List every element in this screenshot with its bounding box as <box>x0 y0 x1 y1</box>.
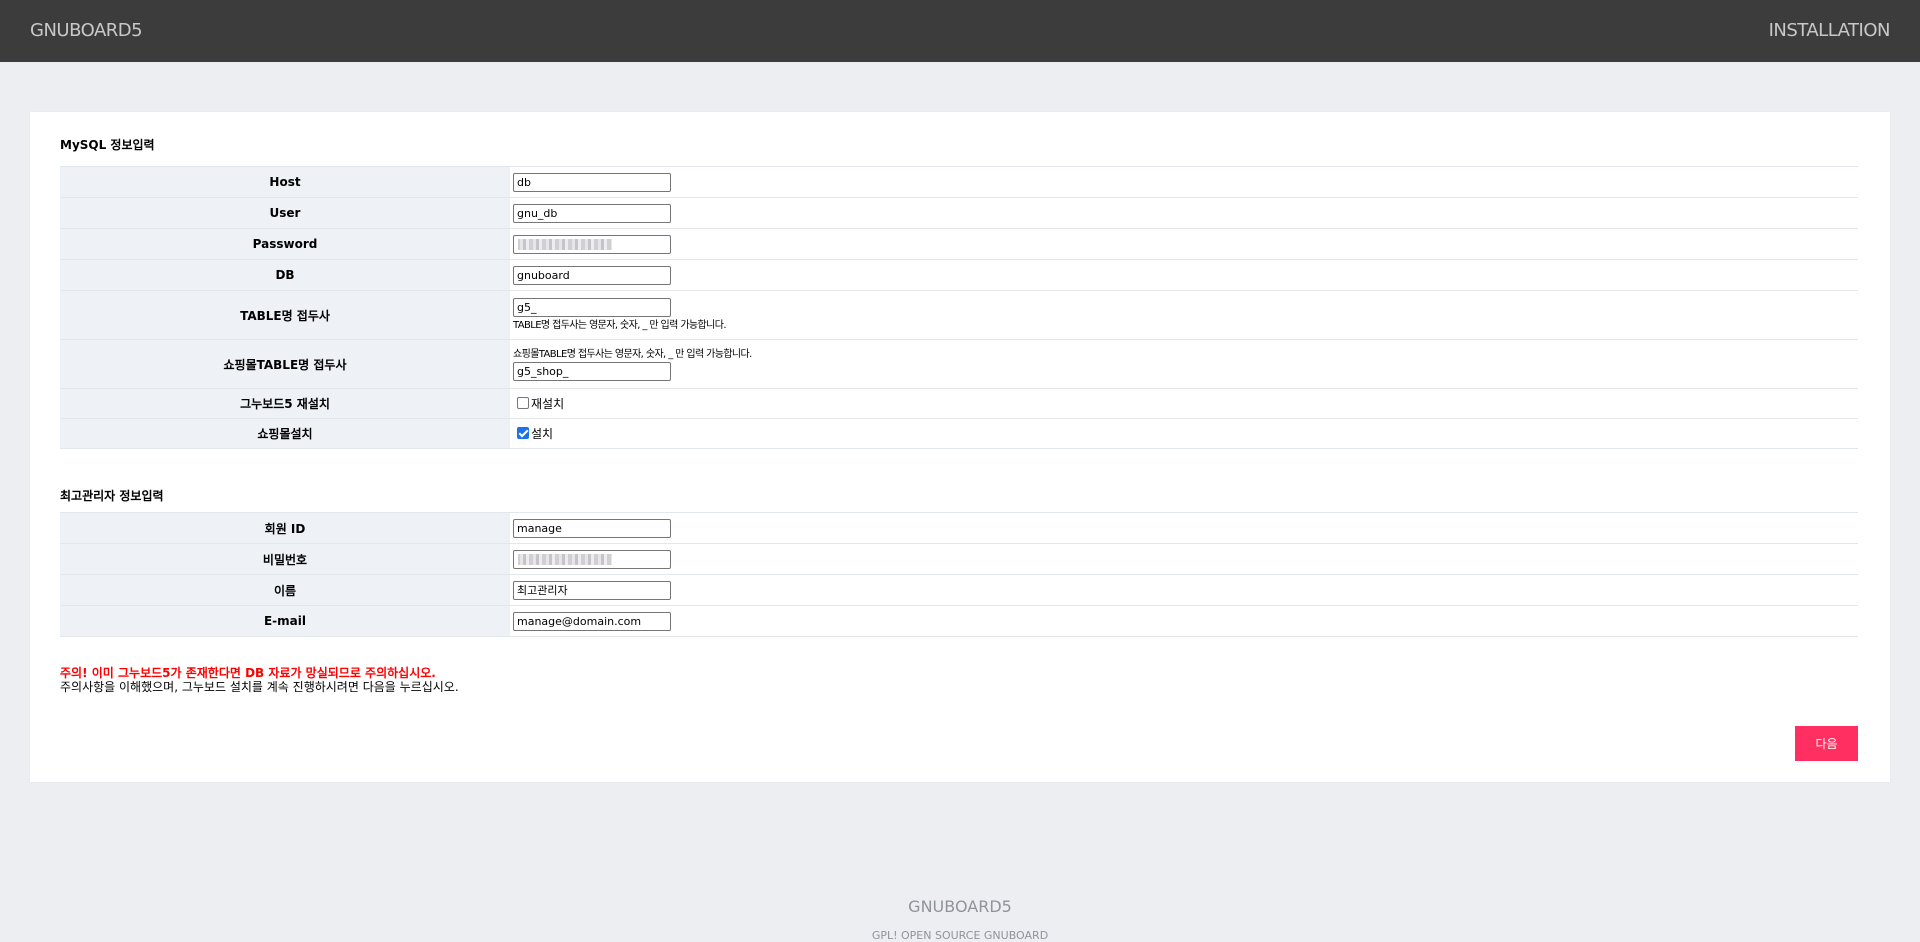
shop-prefix-help: 쇼핑몰TABLE명 접두사는 영문자, 숫자, _ 만 입력 가능합니다. <box>513 348 752 360</box>
db-password-input[interactable] <box>513 234 671 254</box>
table-prefix-help: TABLE명 접두사는 영문자, 숫자, _ 만 입력 가능합니다. <box>513 320 727 331</box>
warning-message: 주의! 이미 그누보드5가 존재한다면 DB 자료가 망실되므로 주의하십시오.… <box>60 666 459 694</box>
member-id-label: 회원 ID <box>60 512 510 544</box>
host-input[interactable] <box>513 172 671 192</box>
next-button[interactable]: 다음 <box>1795 726 1858 761</box>
reinstall-label: 그누보드5 재설치 <box>60 388 510 419</box>
header-installation-title: INSTALLATION <box>1768 20 1891 41</box>
db-row: DB <box>60 259 1858 291</box>
user-label: User <box>60 197 510 229</box>
mysql-section-title: MySQL 정보입력 <box>60 138 155 152</box>
table-prefix-input[interactable] <box>513 298 671 317</box>
admin-email-input[interactable] <box>513 611 671 631</box>
db-label: DB <box>60 259 510 291</box>
reinstall-checkbox-label: 재설치 <box>531 397 565 411</box>
footer-subtitle: GPL! OPEN SOURCE GNUBOARD <box>871 929 1049 942</box>
host-row: Host <box>60 166 1858 198</box>
reinstall-checkbox[interactable] <box>517 396 529 409</box>
admin-email-row: E-mail <box>60 605 1858 637</box>
user-input[interactable] <box>513 203 671 223</box>
warning-line-1: 주의! 이미 그누보드5가 존재한다면 DB 자료가 망실되므로 주의하십시오. <box>60 666 436 680</box>
shop-prefix-input[interactable] <box>513 361 671 381</box>
install-form-panel: MySQL 정보입력 Host User Password DB TABLE명 … <box>30 112 1890 782</box>
password-row: Password <box>60 228 1858 260</box>
shop-prefix-row: 쇼핑몰TABLE명 접두사 쇼핑몰TABLE명 접두사는 영문자, 숫자, _ … <box>60 339 1858 389</box>
footer-brand: GNUBOARD5 <box>908 897 1012 916</box>
member-id-row: 회원 ID <box>60 512 1858 544</box>
admin-password-label: 비밀번호 <box>60 543 510 575</box>
table-prefix-row: TABLE명 접두사 TABLE명 접두사는 영문자, 숫자, _ 만 입력 가… <box>60 290 1858 340</box>
admin-section-title: 최고관리자 정보입력 <box>60 489 164 503</box>
user-row: User <box>60 197 1858 229</box>
warning-line-2: 주의사항을 이해했으며, 그누보드 설치를 계속 진행하시려면 다음을 누르십시… <box>60 680 459 694</box>
admin-name-label: 이름 <box>60 574 510 606</box>
mysql-form-table: Host User Password DB TABLE명 접두사 TABLE명 … <box>60 166 1858 449</box>
password-label: Password <box>60 228 510 260</box>
host-label: Host <box>60 166 510 198</box>
admin-password-row: 비밀번호 <box>60 543 1858 575</box>
member-id-input[interactable] <box>513 518 671 538</box>
shop-install-row: 쇼핑몰설치 설치 <box>60 418 1858 449</box>
shop-install-checkbox-label: 설치 <box>531 427 554 441</box>
admin-name-input[interactable] <box>513 580 671 600</box>
admin-name-row: 이름 <box>60 574 1858 606</box>
admin-password-input[interactable] <box>513 549 671 569</box>
admin-email-label: E-mail <box>60 605 510 637</box>
header-brand: GNUBOARD5 <box>30 20 143 41</box>
db-input[interactable] <box>513 265 671 285</box>
shop-install-checkbox[interactable] <box>517 426 529 439</box>
shop-install-label: 쇼핑몰설치 <box>60 418 510 449</box>
top-header: GNUBOARD5 INSTALLATION <box>0 0 1920 62</box>
shop-prefix-label: 쇼핑몰TABLE명 접두사 <box>60 339 510 389</box>
table-prefix-label: TABLE명 접두사 <box>60 290 510 340</box>
reinstall-row: 그누보드5 재설치 재설치 <box>60 388 1858 419</box>
admin-form-table: 회원 ID 비밀번호 이름 E-mail <box>60 512 1858 637</box>
